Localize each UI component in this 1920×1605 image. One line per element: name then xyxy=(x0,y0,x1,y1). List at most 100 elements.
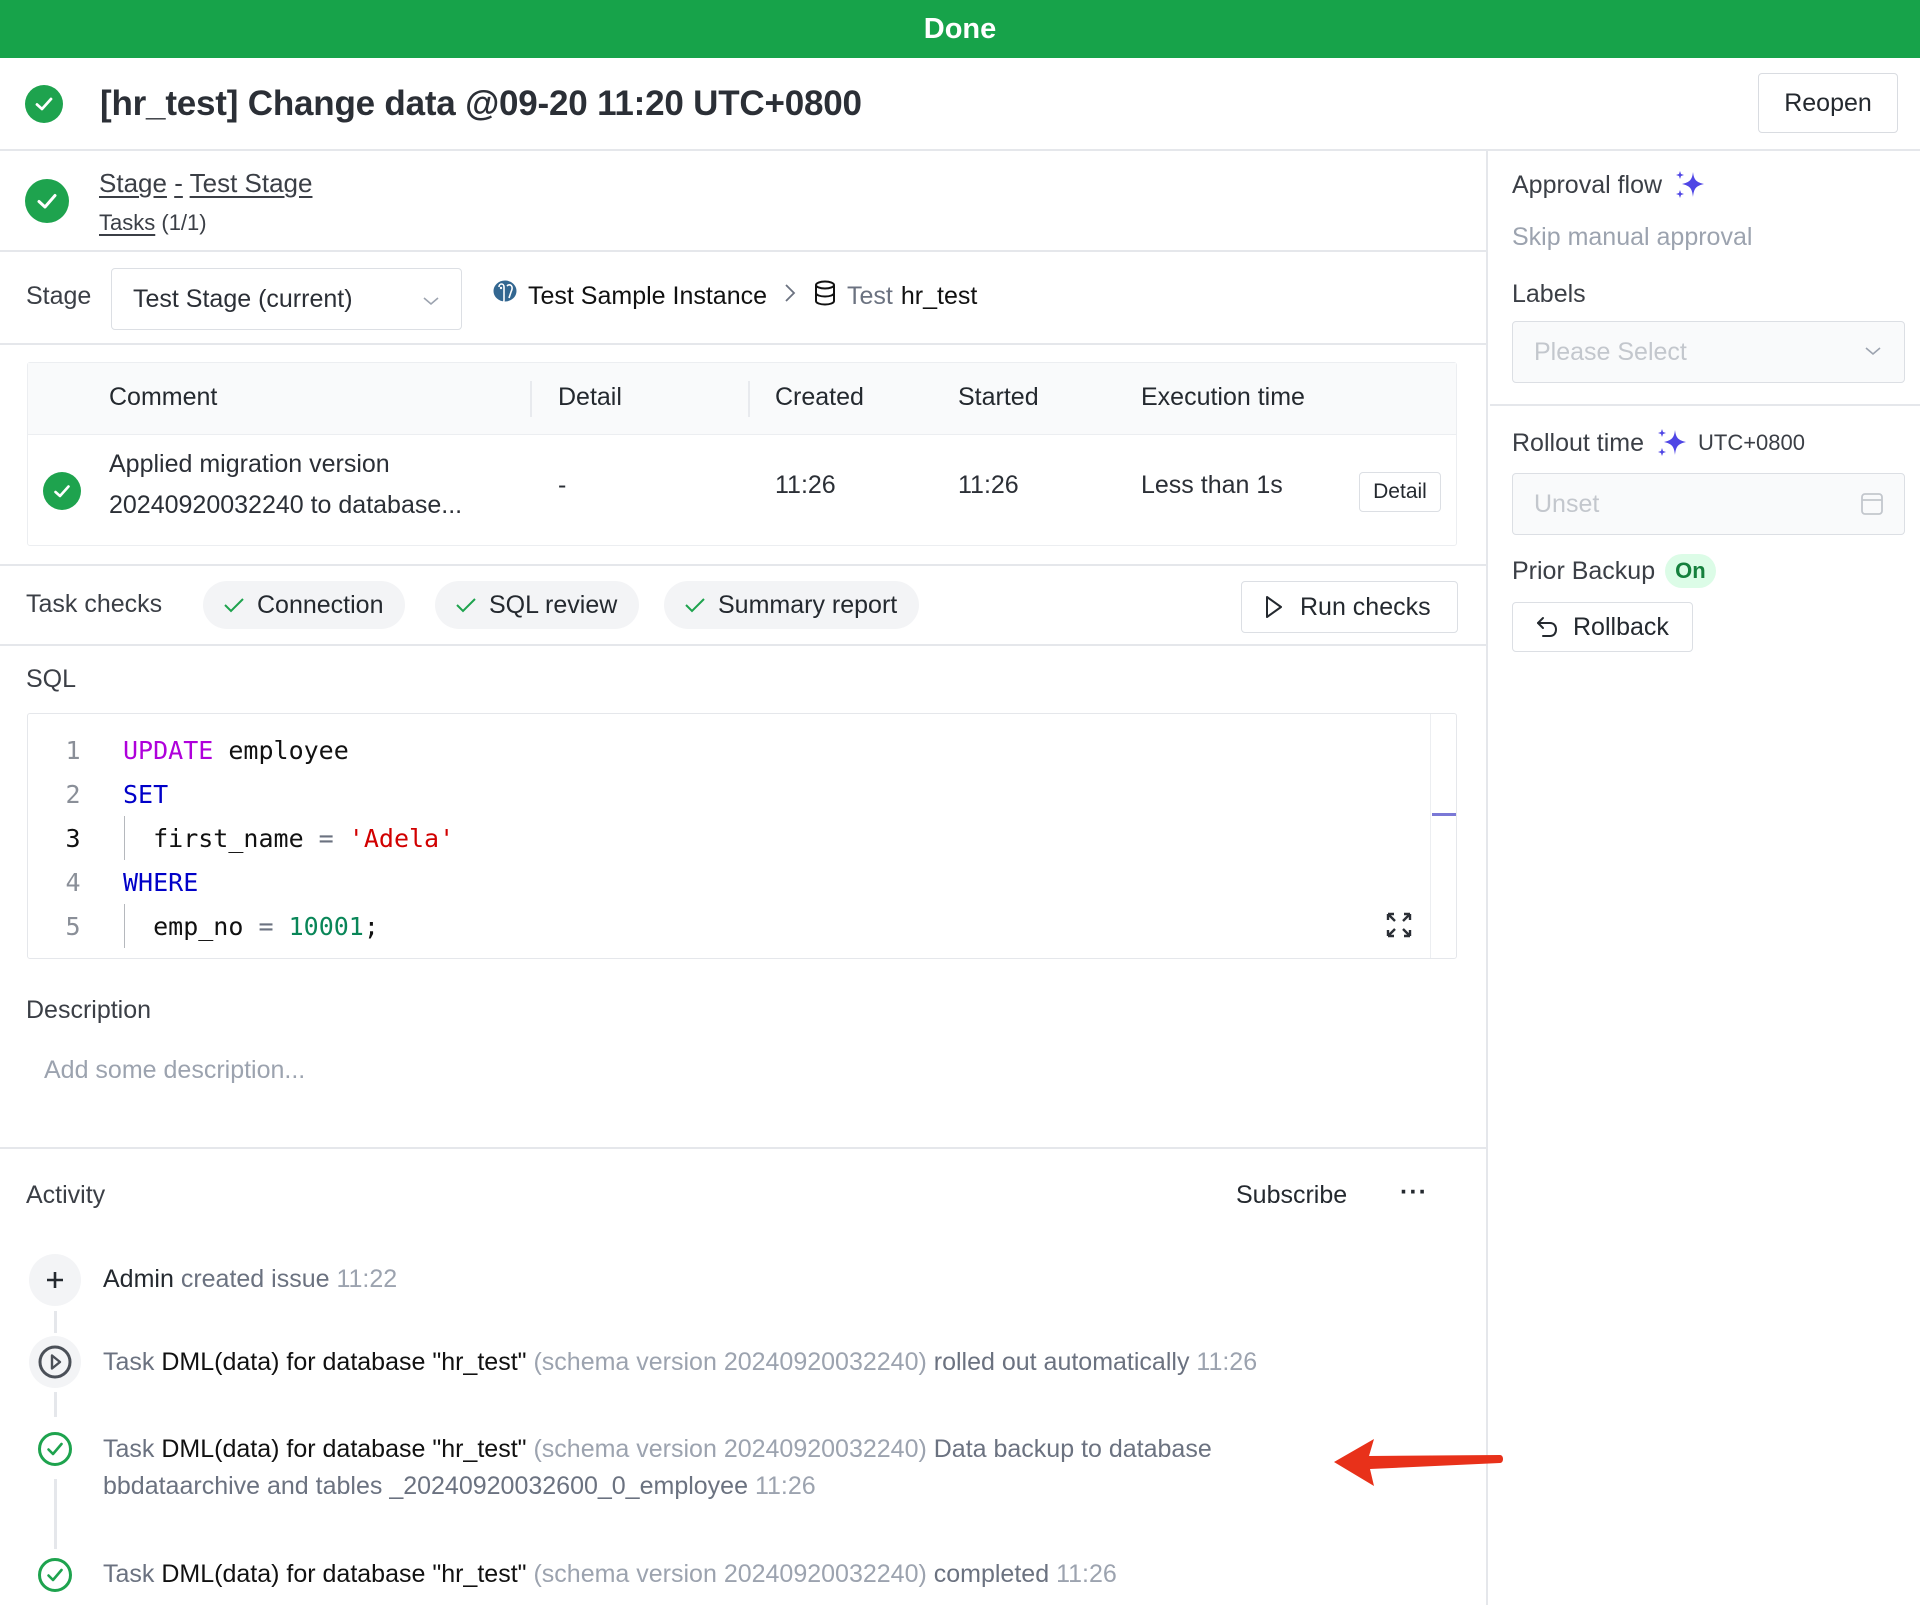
activity-action: rolled out automatically xyxy=(933,1348,1190,1376)
activity-prefix: Task xyxy=(103,1348,155,1376)
task-comment-line1: Applied migration version xyxy=(109,450,390,478)
line-number: 1 xyxy=(65,735,81,765)
stage-selector-label: Stage xyxy=(26,282,92,310)
task-table: Comment Detail Created Started Execution… xyxy=(27,362,1457,546)
tasks-link[interactable]: Tasks xyxy=(99,210,155,235)
rollout-time-value: Unset xyxy=(1534,489,1600,518)
activity-prefix: Task xyxy=(103,1435,155,1463)
activity-prefix: Task xyxy=(103,1560,155,1588)
column-divider xyxy=(748,381,750,417)
task-checks-bar: Task checks Connection SQL review Summar… xyxy=(0,564,1488,646)
timeline-connector xyxy=(54,1392,57,1417)
check-chip-summary-report[interactable]: Summary report xyxy=(664,581,920,629)
column-header-created: Created xyxy=(775,383,864,411)
calendar-icon xyxy=(1860,492,1884,523)
chevron-down-icon xyxy=(421,289,441,318)
activity-time: 11:26 xyxy=(1056,1560,1117,1588)
activity-schema: (schema version 20240920032240) xyxy=(533,1560,927,1588)
scrollbar-line-marker xyxy=(1432,813,1456,816)
code-token: ; xyxy=(363,911,379,941)
stage-select[interactable]: Test Stage (current) xyxy=(111,268,462,330)
more-options-icon[interactable]: ··· xyxy=(1400,1178,1428,1207)
timeline-connector xyxy=(54,1311,57,1333)
code-line[interactable]: 4 WHERE xyxy=(28,860,1428,904)
tasks-summary: Tasks (1/1) xyxy=(99,210,207,236)
stage-header: Stage - Test Stage Tasks (1/1) xyxy=(0,151,1488,252)
activity-item: Task DML(data) for database "hr_test" (s… xyxy=(103,1344,1343,1381)
reopen-button[interactable]: Reopen xyxy=(1758,73,1898,133)
line-number: 4 xyxy=(65,867,81,897)
activity-action: created issue xyxy=(180,1265,330,1293)
subscribe-button[interactable]: Subscribe xyxy=(1236,1181,1347,1210)
activity-label: Activity xyxy=(26,1181,106,1209)
table-row[interactable]: Applied migration version 20240920032240… xyxy=(28,435,1456,547)
prior-backup-label: Prior Backup xyxy=(1512,556,1656,585)
activity-task[interactable]: DML(data) for database "hr_test" xyxy=(161,1348,526,1376)
column-header-execution-time: Execution time xyxy=(1141,383,1305,411)
code-text: WHERE xyxy=(123,868,198,897)
database-environment: Test xyxy=(847,282,893,310)
database-breadcrumb: Test Sample Instance Test hr_test xyxy=(490,278,977,315)
check-circle-icon xyxy=(25,84,63,123)
check-chip-label: SQL review xyxy=(489,590,618,619)
column-header-started: Started xyxy=(958,383,1039,411)
sql-label: SQL xyxy=(26,665,77,693)
stage-check-circle-icon xyxy=(25,179,69,223)
chevron-down-icon xyxy=(1862,340,1884,369)
rollout-time-picker[interactable]: Unset xyxy=(1512,473,1905,535)
database-link[interactable]: hr_test xyxy=(901,282,977,311)
stage-link[interactable]: Stage - Test Stage xyxy=(99,168,312,199)
task-checks-label: Task checks xyxy=(26,590,163,618)
description-label: Description xyxy=(26,996,152,1024)
column-divider xyxy=(530,381,532,417)
prior-backup-heading: Prior Backup On xyxy=(1512,554,1716,588)
rollback-button[interactable]: Rollback xyxy=(1512,602,1693,652)
activity-task[interactable]: DML(data) for database "hr_test" xyxy=(161,1560,526,1588)
description-input[interactable]: Add some description... xyxy=(44,1056,1444,1116)
stage-link-prefix[interactable]: Stage xyxy=(99,168,167,198)
check-chip-sql-review[interactable]: SQL review xyxy=(435,581,640,629)
sql-editor[interactable]: 1 UPDATE employee 2 SET 3 first_name = 'Adel… xyxy=(27,713,1457,959)
indent-guide xyxy=(124,904,125,948)
undo-icon xyxy=(1537,617,1558,637)
postgresql-elephant-icon xyxy=(490,278,520,315)
activity-task[interactable]: DML(data) for database "hr_test" xyxy=(161,1435,526,1463)
code-line[interactable]: 3 first_name = 'Adela' xyxy=(28,816,1428,860)
run-checks-button[interactable]: Run checks xyxy=(1241,581,1458,633)
stage-link-name[interactable]: Test Stage xyxy=(190,168,313,198)
code-token: WHERE xyxy=(123,867,199,897)
run-checks-label: Run checks xyxy=(1300,592,1431,621)
status-banner: Done xyxy=(0,0,1920,58)
rollout-time-heading: Rollout time UTC+0800 xyxy=(1512,427,1805,459)
stage-link-separator: - xyxy=(174,168,183,198)
task-detail-button[interactable]: Detail xyxy=(1359,472,1441,512)
activity-item: Task DML(data) for database "hr_test" (s… xyxy=(103,1556,1343,1593)
rollout-timezone: UTC+0800 xyxy=(1698,430,1806,455)
issue-header: [hr_test] Change data @09-20 11:20 UTC+0… xyxy=(0,58,1920,151)
code-line[interactable]: 2 SET xyxy=(28,772,1428,816)
activity-time: 11:22 xyxy=(336,1265,398,1293)
rollback-label: Rollback xyxy=(1573,612,1669,641)
check-icon xyxy=(224,598,244,613)
code-text: UPDATE employee xyxy=(123,736,349,765)
activity-item: Admin created issue 11:22 xyxy=(103,1261,1343,1298)
issue-sidebar: Approval flow Skip manual approval Label… xyxy=(1490,151,1920,1605)
check-icon xyxy=(456,598,476,613)
task-started-time: 11:26 xyxy=(958,471,1019,499)
activity-actor[interactable]: Admin xyxy=(103,1265,174,1293)
activity-schema: (schema version 20240920032240) xyxy=(533,1435,927,1463)
sparkle-icon xyxy=(1658,429,1686,456)
check-chip-connection[interactable]: Connection xyxy=(203,581,406,629)
code-token: = xyxy=(318,823,334,853)
editor-scrollbar[interactable] xyxy=(1430,714,1456,958)
line-number: 5 xyxy=(65,911,81,941)
code-token: employee xyxy=(213,735,349,765)
code-line[interactable]: 5 emp_no = 10001; xyxy=(28,904,1428,948)
approval-flow-heading: Approval flow xyxy=(1512,169,1706,201)
code-line[interactable]: 1 UPDATE employee xyxy=(28,728,1428,772)
labels-select[interactable]: Please Select xyxy=(1512,321,1905,383)
chevron-right-icon xyxy=(783,282,797,311)
instance-link[interactable]: Test Sample Instance xyxy=(528,282,767,311)
section-divider xyxy=(0,1147,1488,1149)
